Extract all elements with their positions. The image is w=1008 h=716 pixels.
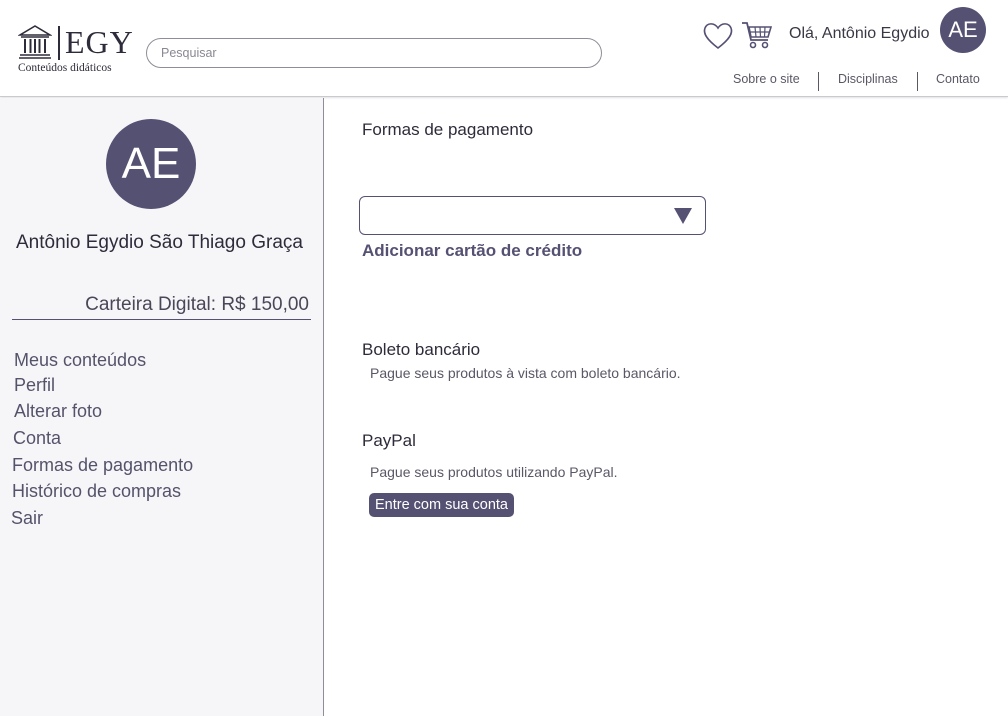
sidebar-item-payment-methods[interactable]: Formas de pagamento <box>12 455 193 476</box>
digital-wallet-balance: Carteira Digital: R$ 150,00 <box>85 294 309 315</box>
avatar[interactable]: AE <box>940 7 986 53</box>
logo-text: EGY <box>65 24 134 60</box>
paypal-login-button[interactable]: Entre com sua conta <box>369 493 514 517</box>
add-credit-card-link[interactable]: Adicionar cartão de crédito <box>362 241 582 261</box>
heart-icon[interactable] <box>702 22 734 50</box>
sidebar-item-profile[interactable]: Perfil <box>14 375 55 396</box>
dropdown-arrow-icon <box>674 208 692 224</box>
profile-sidebar: AE Antônio Egydio São Thiago Graça Carte… <box>0 98 324 716</box>
nav-link-contact[interactable]: Contato <box>936 72 980 86</box>
sidebar-item-account[interactable]: Conta <box>13 428 61 449</box>
site-logo[interactable]: EGY Conteúdos didáticos <box>18 22 134 76</box>
boleto-description: Pague seus produtos à vista com boleto b… <box>370 365 681 381</box>
top-header: EGY Conteúdos didáticos Olá, Antônio Egy… <box>0 0 1008 97</box>
sidebar-item-my-contents[interactable]: Meus conteúdos <box>14 350 146 371</box>
search-input[interactable] <box>146 38 602 68</box>
profile-avatar: AE <box>106 119 196 209</box>
sidebar-item-logout[interactable]: Sair <box>11 508 43 529</box>
sidebar-item-change-photo[interactable]: Alterar foto <box>14 401 102 422</box>
logo-divider <box>58 26 60 60</box>
page-title: Formas de pagamento <box>362 120 534 139</box>
nav-link-disciplines[interactable]: Disciplinas <box>838 72 898 86</box>
paypal-description: Pague seus produtos utilizando PayPal. <box>370 464 618 480</box>
sidebar-item-purchase-history[interactable]: Histórico de compras <box>12 481 181 502</box>
boleto-title: Boleto bancário <box>362 340 481 359</box>
bank-logo-icon <box>18 25 52 59</box>
user-greeting: Olá, Antônio Egydio <box>789 25 930 42</box>
nav-divider <box>818 72 819 91</box>
wallet-underline <box>12 319 311 320</box>
nav-link-about[interactable]: Sobre o site <box>733 72 800 86</box>
cart-icon[interactable] <box>741 20 773 50</box>
paypal-title: PayPal <box>362 431 416 450</box>
logo-subtitle: Conteúdos didáticos <box>18 62 112 74</box>
nav-divider <box>917 72 918 91</box>
payment-method-select[interactable] <box>359 196 706 235</box>
profile-user-name: Antônio Egydio São Thiago Graça <box>16 232 303 253</box>
